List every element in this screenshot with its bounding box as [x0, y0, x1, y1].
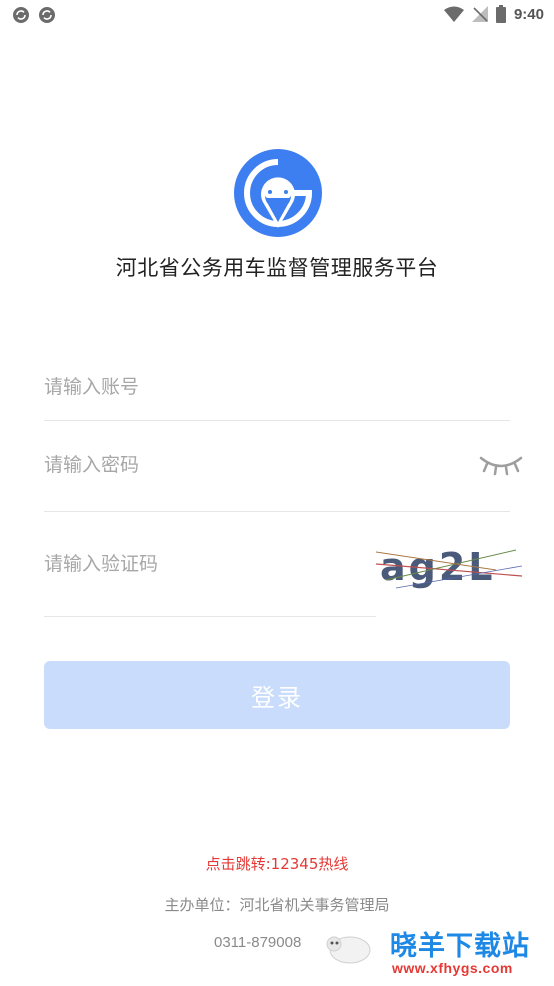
no-signal-icon: [471, 6, 488, 22]
sync-icon: [13, 7, 29, 23]
app-title: 河北省公务用车监督管理服务平台: [115, 256, 439, 280]
account-input[interactable]: [44, 376, 510, 398]
car-location-logo-icon: [234, 149, 322, 237]
site-watermark: 晓羊下载站 www.xfhygs.com: [324, 924, 554, 984]
watermark-url: www.xfhygs.com: [392, 960, 513, 976]
eye-closed-icon[interactable]: [478, 452, 524, 478]
battery-icon: [495, 5, 506, 23]
status-bar: 9:40: [0, 0, 554, 30]
wifi-icon: [443, 6, 464, 22]
account-field-wrapper: [44, 376, 510, 398]
captcha-input[interactable]: [44, 553, 364, 575]
password-field-wrapper: [44, 454, 464, 476]
status-time: 9:40: [513, 5, 544, 23]
watermark-title: 晓羊下载站: [390, 931, 530, 962]
status-right-icons: 9:40: [443, 5, 544, 23]
captcha-field-wrapper: [44, 553, 364, 575]
captcha-underline: [44, 616, 376, 617]
password-underline: [44, 511, 510, 512]
sheep-logo-icon: [326, 936, 371, 964]
login-button[interactable]: 登录: [44, 661, 510, 729]
password-input[interactable]: [44, 454, 464, 476]
phone-number: 0311-879008: [214, 934, 302, 951]
sync-icon: [39, 7, 55, 23]
account-underline: [44, 420, 510, 421]
sponsor-text: 主办单位：河北省机关事务管理局: [164, 896, 390, 914]
status-left-icons: [12, 6, 56, 24]
captcha-image[interactable]: ag2L: [376, 540, 522, 590]
hotline-link[interactable]: 点击跳转:12345热线: [0, 853, 554, 874]
